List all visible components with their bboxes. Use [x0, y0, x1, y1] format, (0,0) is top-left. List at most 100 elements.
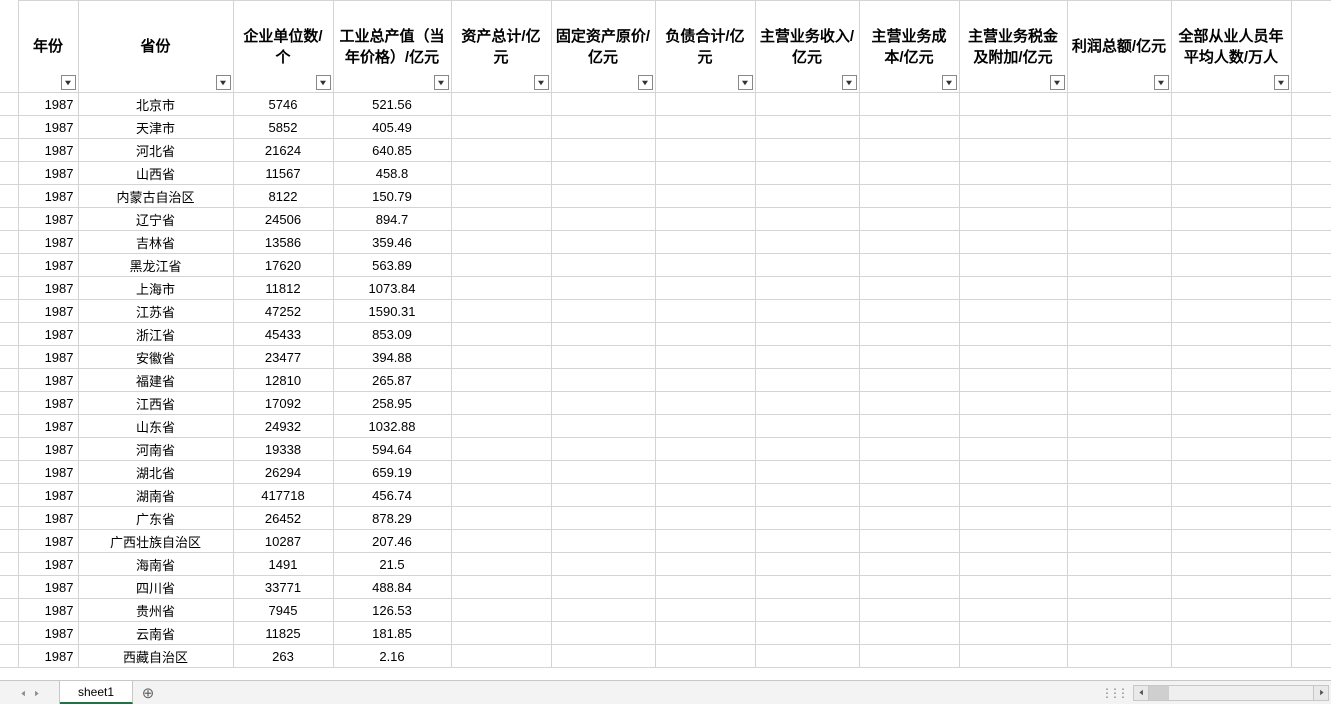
empty-cell[interactable]	[959, 461, 1067, 484]
empty-cell[interactable]	[859, 323, 959, 346]
empty-cell[interactable]	[451, 622, 551, 645]
empty-cell[interactable]	[1067, 139, 1171, 162]
cell-units[interactable]: 17620	[233, 254, 333, 277]
empty-cell[interactable]	[551, 139, 655, 162]
empty-cell[interactable]	[1291, 139, 1331, 162]
cell-year[interactable]: 1987	[18, 392, 78, 415]
empty-cell[interactable]	[859, 461, 959, 484]
empty-cell[interactable]	[755, 530, 859, 553]
empty-cell[interactable]	[1171, 622, 1291, 645]
cell-output[interactable]: 265.87	[333, 369, 451, 392]
empty-cell[interactable]	[755, 185, 859, 208]
column-header[interactable]: 资产总计/亿元	[451, 1, 551, 93]
row-header[interactable]	[0, 139, 18, 162]
empty-cell[interactable]	[655, 415, 755, 438]
empty-cell[interactable]	[1171, 277, 1291, 300]
cell-output[interactable]: 878.29	[333, 507, 451, 530]
cell-units[interactable]: 23477	[233, 346, 333, 369]
empty-cell[interactable]	[551, 438, 655, 461]
cell-province[interactable]: 江苏省	[78, 300, 233, 323]
empty-cell[interactable]	[959, 369, 1067, 392]
empty-cell[interactable]	[755, 392, 859, 415]
empty-cell[interactable]	[1291, 553, 1331, 576]
empty-cell[interactable]	[1067, 461, 1171, 484]
empty-cell[interactable]	[959, 231, 1067, 254]
cell-units[interactable]: 19338	[233, 438, 333, 461]
cell-year[interactable]: 1987	[18, 185, 78, 208]
scroll-track[interactable]	[1149, 685, 1313, 701]
cell-units[interactable]: 13586	[233, 231, 333, 254]
empty-cell[interactable]	[451, 507, 551, 530]
cell-units[interactable]: 417718	[233, 484, 333, 507]
cell-output[interactable]: 640.85	[333, 139, 451, 162]
cell-units[interactable]: 45433	[233, 323, 333, 346]
empty-cell[interactable]	[451, 438, 551, 461]
empty-cell[interactable]	[1291, 116, 1331, 139]
cell-year[interactable]: 1987	[18, 530, 78, 553]
empty-cell[interactable]	[1067, 300, 1171, 323]
empty-cell[interactable]	[959, 415, 1067, 438]
cell-output[interactable]: 258.95	[333, 392, 451, 415]
cell-province[interactable]: 安徽省	[78, 346, 233, 369]
cell-units[interactable]: 17092	[233, 392, 333, 415]
empty-cell[interactable]	[755, 208, 859, 231]
empty-cell[interactable]	[859, 438, 959, 461]
empty-cell[interactable]	[755, 277, 859, 300]
empty-cell[interactable]	[1067, 530, 1171, 553]
cell-year[interactable]: 1987	[18, 208, 78, 231]
row-header[interactable]	[0, 530, 18, 553]
empty-cell[interactable]	[451, 185, 551, 208]
cell-province[interactable]: 海南省	[78, 553, 233, 576]
empty-cell[interactable]	[755, 438, 859, 461]
empty-cell[interactable]	[1171, 139, 1291, 162]
filter-dropdown-button[interactable]	[638, 75, 653, 90]
cell-province[interactable]: 山东省	[78, 415, 233, 438]
empty-cell[interactable]	[451, 392, 551, 415]
cell-year[interactable]: 1987	[18, 553, 78, 576]
column-header[interactable]: 主营业务收入/亿元	[755, 1, 859, 93]
empty-cell[interactable]	[1067, 116, 1171, 139]
cell-province[interactable]: 湖北省	[78, 461, 233, 484]
empty-cell[interactable]	[959, 645, 1067, 668]
column-header[interactable]: 负债合计/亿元	[655, 1, 755, 93]
empty-cell[interactable]	[959, 622, 1067, 645]
cell-units[interactable]: 11812	[233, 277, 333, 300]
cell-year[interactable]: 1987	[18, 346, 78, 369]
cell-units[interactable]: 47252	[233, 300, 333, 323]
empty-cell[interactable]	[551, 116, 655, 139]
empty-cell[interactable]	[959, 346, 1067, 369]
empty-cell[interactable]	[755, 254, 859, 277]
column-header[interactable]: 全部从业人员年平均人数/万人	[1171, 1, 1291, 93]
cell-year[interactable]: 1987	[18, 461, 78, 484]
cell-units[interactable]: 11825	[233, 622, 333, 645]
empty-cell[interactable]	[959, 139, 1067, 162]
cell-output[interactable]: 894.7	[333, 208, 451, 231]
filter-dropdown-button[interactable]	[738, 75, 753, 90]
cell-province[interactable]: 福建省	[78, 369, 233, 392]
row-header[interactable]	[0, 553, 18, 576]
empty-cell[interactable]	[1067, 231, 1171, 254]
empty-cell[interactable]	[655, 346, 755, 369]
empty-cell[interactable]	[1067, 162, 1171, 185]
cell-year[interactable]: 1987	[18, 231, 78, 254]
empty-cell[interactable]	[959, 599, 1067, 622]
empty-cell[interactable]	[1291, 392, 1331, 415]
cell-output[interactable]: 458.8	[333, 162, 451, 185]
empty-cell[interactable]	[551, 208, 655, 231]
empty-cell[interactable]	[451, 93, 551, 116]
empty-cell[interactable]	[1291, 530, 1331, 553]
cell-units[interactable]: 8122	[233, 185, 333, 208]
empty-cell[interactable]	[1291, 162, 1331, 185]
cell-year[interactable]: 1987	[18, 484, 78, 507]
row-header[interactable]	[0, 208, 18, 231]
empty-cell[interactable]	[551, 553, 655, 576]
cell-year[interactable]: 1987	[18, 369, 78, 392]
empty-cell[interactable]	[1171, 553, 1291, 576]
empty-cell[interactable]	[859, 599, 959, 622]
empty-cell[interactable]	[1291, 622, 1331, 645]
row-header[interactable]	[0, 231, 18, 254]
empty-cell[interactable]	[859, 300, 959, 323]
empty-cell[interactable]	[859, 139, 959, 162]
empty-cell[interactable]	[859, 277, 959, 300]
filter-dropdown-button[interactable]	[1274, 75, 1289, 90]
